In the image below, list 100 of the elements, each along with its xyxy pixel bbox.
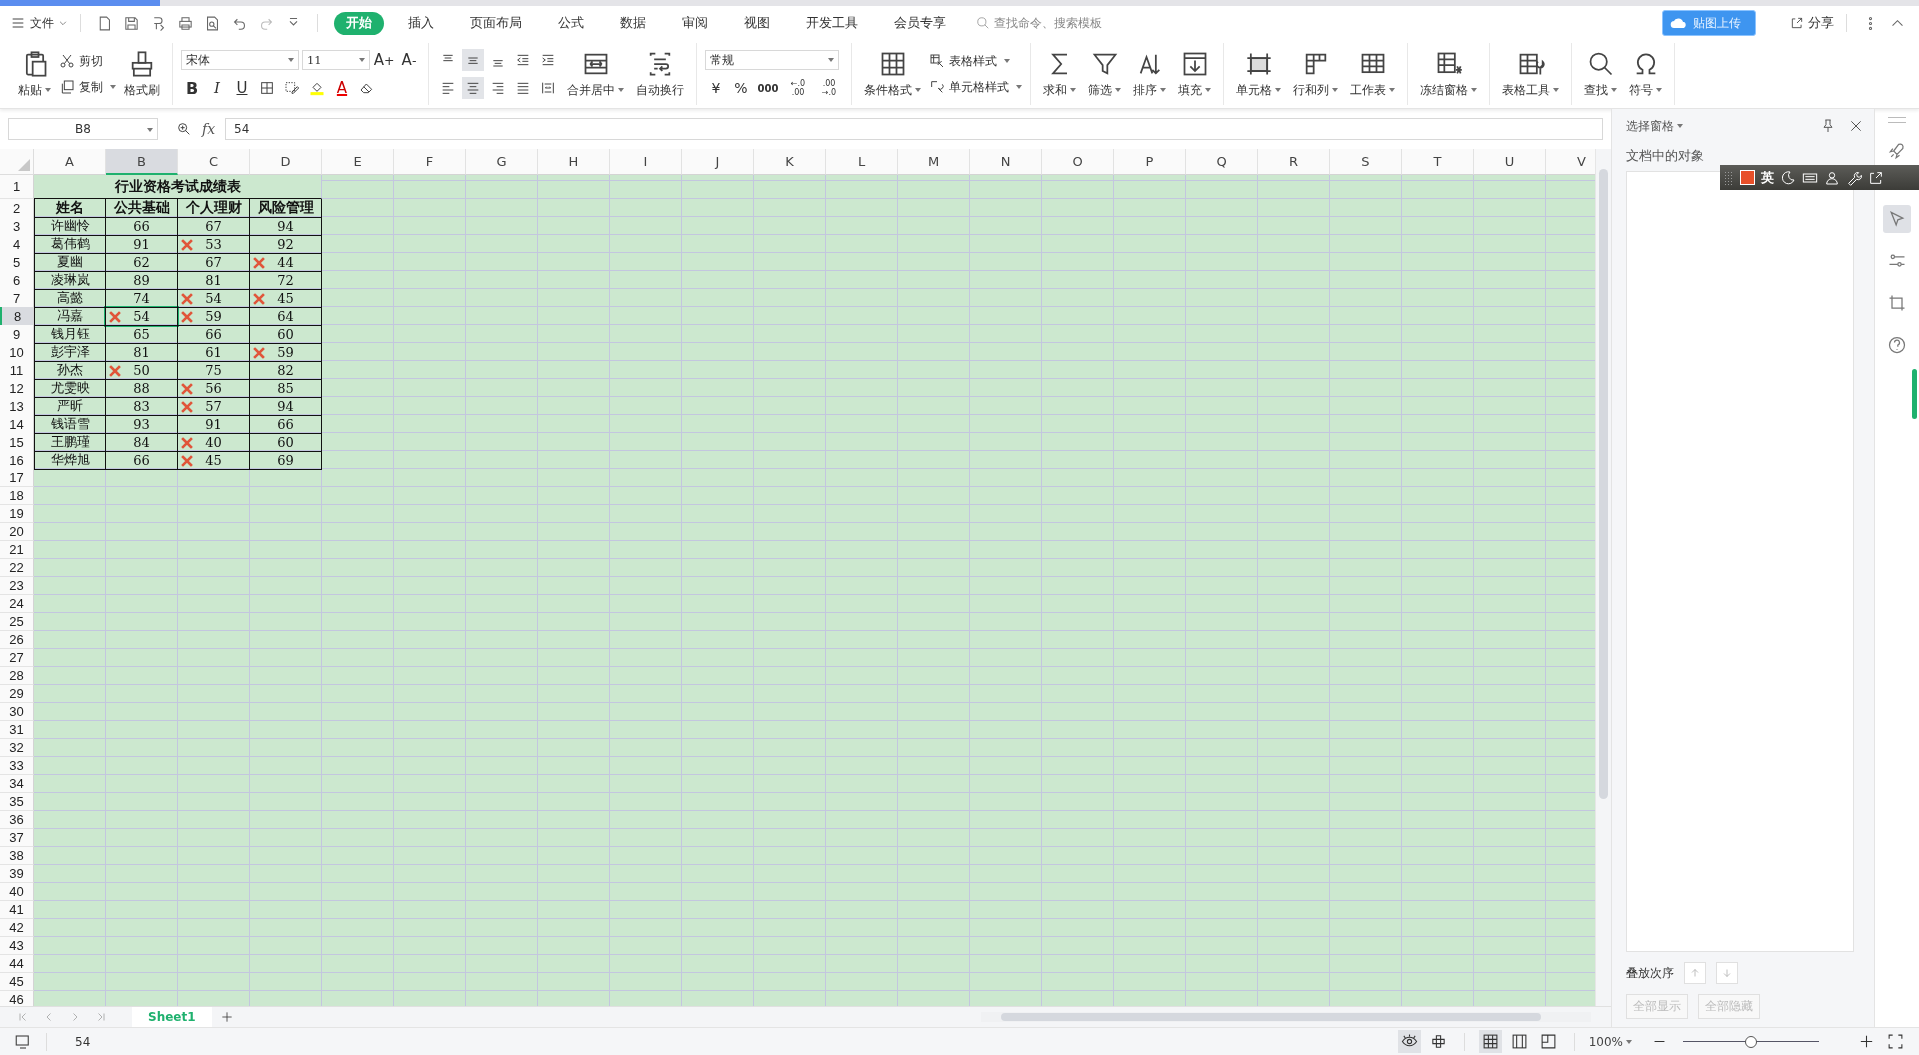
column-header[interactable]: O (1042, 149, 1114, 175)
menu-icon[interactable] (10, 15, 26, 31)
ribbon-tab[interactable]: 开发工具 (794, 11, 870, 35)
column-header[interactable]: U (1474, 149, 1546, 175)
row-header[interactable]: 1 (0, 175, 34, 199)
column-header[interactable]: J (682, 149, 754, 175)
ribbon-tab[interactable]: 数据 (608, 11, 658, 35)
sigma-button[interactable]: 求和 (1039, 47, 1080, 101)
format-painter-button[interactable]: 格式刷 (120, 47, 164, 101)
cut-button[interactable]: 剪切 (59, 50, 116, 72)
table-style-button[interactable]: 表格样式 (929, 50, 1022, 72)
column-header[interactable]: T (1402, 149, 1474, 175)
column-header[interactable]: K (754, 149, 826, 175)
conditional-format-button[interactable]: 条件格式 (860, 47, 925, 101)
number-format-select[interactable]: 常规 (705, 50, 839, 70)
align-center-icon[interactable] (462, 77, 484, 99)
currency-button[interactable]: ¥ (705, 77, 727, 99)
search-field[interactable]: 查找命令、搜索模板 (994, 16, 1124, 30)
print-icon[interactable] (177, 14, 194, 32)
ribbon-tab[interactable]: 页面布局 (458, 11, 534, 35)
column-header[interactable]: P (1114, 149, 1186, 175)
row-header[interactable]: 35 (0, 793, 34, 811)
paste-button[interactable]: 粘贴 (14, 47, 55, 101)
column-header[interactable]: E (322, 149, 394, 175)
column-header[interactable]: C (178, 149, 250, 175)
column-header[interactable]: V (1546, 149, 1596, 175)
filter-button[interactable]: 筛选 (1084, 47, 1125, 101)
horizontal-scrollbar[interactable] (981, 1012, 1592, 1022)
row-header[interactable]: 38 (0, 847, 34, 865)
italic-button[interactable]: I (206, 77, 228, 99)
share-icon[interactable] (1790, 16, 1804, 30)
cursor-icon[interactable] (1883, 205, 1911, 233)
row-header[interactable]: 23 (0, 577, 34, 595)
row-header[interactable]: 28 (0, 667, 34, 685)
percent-button[interactable]: % (730, 77, 752, 99)
column-header[interactable]: L (826, 149, 898, 175)
column-header[interactable]: M (898, 149, 970, 175)
column-header[interactable]: A (34, 149, 106, 175)
omega-button[interactable]: 符号 (1625, 47, 1666, 101)
font-color-button[interactable]: A (331, 77, 353, 99)
column-header[interactable]: H (538, 149, 610, 175)
ribbon-tab[interactable]: 公式 (546, 11, 596, 35)
column-header[interactable]: G (466, 149, 538, 175)
row-header[interactable]: 29 (0, 685, 34, 703)
table-tools-button[interactable]: 表格工具 (1498, 47, 1563, 101)
row-header[interactable]: 43 (0, 937, 34, 955)
save-icon[interactable] (123, 14, 140, 32)
pane-title[interactable]: 选择窗格 (1626, 117, 1684, 135)
row-header[interactable]: 36 (0, 811, 34, 829)
grip-icon[interactable] (1888, 117, 1906, 123)
eye-icon[interactable] (1397, 1030, 1421, 1053)
name-box[interactable]: B8 (8, 118, 158, 140)
column-header[interactable]: S (1330, 149, 1402, 175)
row-header[interactable]: 37 (0, 829, 34, 847)
column-header[interactable]: I (610, 149, 682, 175)
row-header[interactable]: 20 (0, 523, 34, 541)
row-header[interactable]: 31 (0, 721, 34, 739)
row-header[interactable]: 42 (0, 919, 34, 937)
row-header[interactable]: 39 (0, 865, 34, 883)
vertical-scrollbar[interactable] (1595, 149, 1612, 1006)
print-preview-icon[interactable] (204, 14, 221, 32)
row-header[interactable]: 33 (0, 757, 34, 775)
row-header[interactable]: 44 (0, 955, 34, 973)
fill-down-button[interactable]: 填充 (1174, 47, 1215, 101)
user-icon[interactable] (1824, 169, 1840, 186)
font-size-select[interactable]: 11 (302, 50, 370, 70)
row-header[interactable]: 45 (0, 973, 34, 991)
share-icon[interactable] (1868, 169, 1884, 186)
row-header[interactable]: 40 (0, 883, 34, 901)
column-header[interactable]: N (970, 149, 1042, 175)
increase-decimal-button[interactable]: ←.0 .00 (784, 77, 812, 99)
row-header[interactable]: 26 (0, 631, 34, 649)
font-select[interactable]: 宋体 (181, 50, 299, 70)
file-menu[interactable]: 文件 (30, 14, 54, 32)
function-label[interactable]: fx (202, 121, 216, 137)
column-header[interactable]: B (106, 149, 178, 175)
formula-input[interactable]: 54 (225, 118, 1604, 140)
zoom-icon[interactable] (176, 121, 192, 137)
macro-icon[interactable] (14, 1032, 32, 1051)
column-header[interactable]: F (394, 149, 466, 175)
row-header[interactable]: 46 (0, 991, 34, 1006)
row-header[interactable]: 18 (0, 487, 34, 505)
row-header[interactable]: 19 (0, 505, 34, 523)
merge-center-button[interactable]: 合并居中 (563, 47, 628, 101)
rows-columns-button[interactable]: 行和列 (1289, 47, 1342, 101)
row-header[interactable]: 17 (0, 469, 34, 487)
row-header[interactable]: 41 (0, 901, 34, 919)
bold-button[interactable]: B (181, 77, 203, 99)
table-button[interactable]: 工作表 (1346, 47, 1399, 101)
column-header[interactable]: Q (1186, 149, 1258, 175)
moon-icon[interactable] (1780, 169, 1796, 186)
underline-button[interactable]: U (231, 77, 253, 99)
cell-style-button[interactable]: 单元格样式 (929, 76, 1022, 98)
thousands-button[interactable]: 000 (755, 77, 781, 99)
ribbon-tab[interactable]: 视图 (732, 11, 782, 35)
normal-view-icon[interactable] (1478, 1030, 1502, 1053)
row-header[interactable]: 32 (0, 739, 34, 757)
row-header[interactable]: 24 (0, 595, 34, 613)
decrease-decimal-button[interactable]: .00 →.0 (815, 77, 843, 99)
input-method-toolbar[interactable]: 英 (1720, 165, 1919, 190)
